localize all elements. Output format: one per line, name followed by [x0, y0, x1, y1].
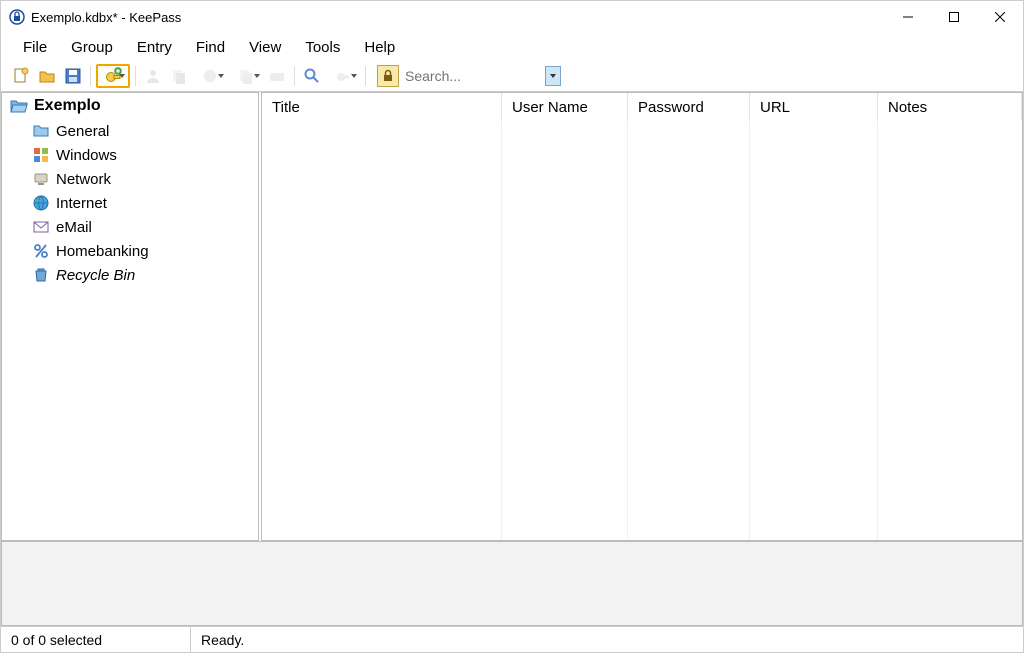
menu-group[interactable]: Group — [61, 35, 123, 60]
open-database-button[interactable] — [35, 64, 59, 88]
tree-node-general[interactable]: General — [2, 119, 258, 143]
toolbar-separator — [135, 66, 136, 86]
status-state: Ready. — [191, 627, 254, 652]
show-entries-button[interactable] — [326, 64, 360, 88]
windows-icon — [32, 146, 50, 164]
tree-node-label: Homebanking — [56, 243, 149, 260]
network-icon — [32, 170, 50, 188]
search-options-dropdown[interactable] — [545, 66, 561, 86]
entry-details-pane — [1, 541, 1023, 626]
group-tree[interactable]: Exemplo General Windows Network Internet — [1, 92, 259, 541]
folder-open-icon — [10, 97, 28, 115]
menu-find[interactable]: Find — [186, 35, 235, 60]
column-header-notes[interactable]: Notes — [878, 93, 1022, 121]
tree-node-network[interactable]: Network — [2, 167, 258, 191]
find-button[interactable] — [300, 64, 324, 88]
app-lock-icon — [9, 9, 25, 25]
toolbar-separator — [365, 66, 366, 86]
tree-node-label: Network — [56, 171, 111, 188]
autotype-button[interactable] — [265, 64, 289, 88]
toolbar-separator — [294, 66, 295, 86]
search-input[interactable] — [403, 65, 543, 87]
entry-list-header: Title User Name Password URL Notes — [262, 93, 1022, 121]
copy-username-button[interactable] — [141, 64, 165, 88]
menu-file[interactable]: File — [13, 35, 57, 60]
status-selection: 0 of 0 selected — [1, 627, 191, 652]
column-header-url[interactable]: URL — [750, 93, 878, 121]
tree-node-internet[interactable]: Internet — [2, 191, 258, 215]
toolbar — [1, 61, 1023, 91]
entry-list-body[interactable] — [262, 121, 1022, 540]
column-header-password[interactable]: Password — [628, 93, 750, 121]
menu-help[interactable]: Help — [354, 35, 405, 60]
tree-node-label: General — [56, 123, 109, 140]
mail-icon — [32, 218, 50, 236]
tree-root[interactable]: Exemplo — [2, 93, 258, 119]
maximize-button[interactable] — [931, 1, 977, 33]
tree-node-windows[interactable]: Windows — [2, 143, 258, 167]
new-database-button[interactable] — [9, 64, 33, 88]
toolbar-separator — [90, 66, 91, 86]
save-database-button[interactable] — [61, 64, 85, 88]
tree-node-email[interactable]: eMail — [2, 215, 258, 239]
menu-view[interactable]: View — [239, 35, 291, 60]
menu-tools[interactable]: Tools — [295, 35, 350, 60]
lock-workspace-button[interactable] — [377, 65, 399, 87]
column-header-title[interactable]: Title — [262, 93, 502, 121]
copy-url-button[interactable] — [229, 64, 263, 88]
tree-node-label: Internet — [56, 195, 107, 212]
entry-list[interactable]: Title User Name Password URL Notes — [261, 92, 1023, 541]
add-entry-button[interactable] — [96, 64, 130, 88]
tree-root-label: Exemplo — [34, 97, 101, 115]
tree-node-label: Recycle Bin — [56, 267, 135, 284]
tree-node-recyclebin[interactable]: Recycle Bin — [2, 263, 258, 287]
window-title: Exemplo.kdbx* - KeePass — [31, 10, 181, 25]
statusbar: 0 of 0 selected Ready. — [1, 626, 1023, 652]
menu-entry[interactable]: Entry — [127, 35, 182, 60]
titlebar: Exemplo.kdbx* - KeePass — [1, 1, 1023, 33]
globe-icon — [32, 194, 50, 212]
tree-node-label: eMail — [56, 219, 92, 236]
menubar: File Group Entry Find View Tools Help — [1, 33, 1023, 61]
percent-icon — [32, 242, 50, 260]
minimize-button[interactable] — [885, 1, 931, 33]
copy-password-button[interactable] — [167, 64, 191, 88]
trash-icon — [32, 266, 50, 284]
open-url-button[interactable] — [193, 64, 227, 88]
close-button[interactable] — [977, 1, 1023, 33]
tree-node-homebanking[interactable]: Homebanking — [2, 239, 258, 263]
column-header-username[interactable]: User Name — [502, 93, 628, 121]
tree-node-label: Windows — [56, 147, 117, 164]
folder-icon — [32, 122, 50, 140]
